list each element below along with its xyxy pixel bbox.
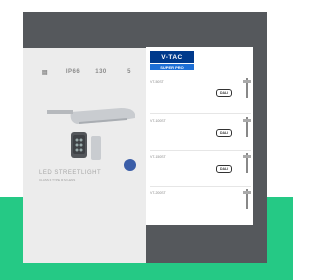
overview-header-strip [23,12,146,48]
dali-badge: DALI [216,89,233,97]
warranty-years-icon: 5 [127,69,131,75]
streetlight-thumbnail-icon [243,78,251,98]
product-overview-panel: ▤ IP66 130 5 LED STREETLIGHT CLASS II TY… [23,12,146,263]
product-subtitle: CLASS II TYPE III M LENS [39,178,76,182]
streetlight-thumbnail-icon [243,117,251,137]
lumen-efficiency-icon: 130 [95,69,107,75]
sku-code: VT-50ST [150,80,164,84]
sku-block: VT-200ST [150,191,166,195]
sku-block: VT-100ST [150,119,166,123]
certification-badge-icon [124,159,136,171]
divider [150,113,251,114]
streetlight-thumbnail-icon [243,153,251,173]
sku-block: VT-150ST [150,155,166,159]
chip-icon: ▤ [41,70,49,76]
sku-code: VT-150ST [150,155,166,159]
product-title: LED STREETLIGHT [39,170,102,176]
divider [150,186,251,187]
dali-badge: DALI [216,129,233,137]
streetlight-thumbnail-icon [243,189,251,209]
certification-icons: ▤ IP66 130 5 [31,69,143,76]
product-sheet: ▤ IP66 130 5 LED STREETLIGHT CLASS II TY… [23,12,267,263]
sku-code: VT-200ST [150,191,166,195]
streetlight-image [47,108,135,160]
sku-code: VT-100ST [150,119,166,123]
sku-block: VT-50ST [150,80,164,84]
brand-logo: V-TAC [150,51,194,63]
ip-rating-icon: IP66 [65,69,81,75]
dali-badge: DALI [216,165,233,173]
brand-tagline: SUPER PRO [150,64,194,70]
model-list-panel: V-TAC SUPER PRO VT-50ST DALI VT-100ST DA… [146,47,253,225]
divider [150,150,251,151]
